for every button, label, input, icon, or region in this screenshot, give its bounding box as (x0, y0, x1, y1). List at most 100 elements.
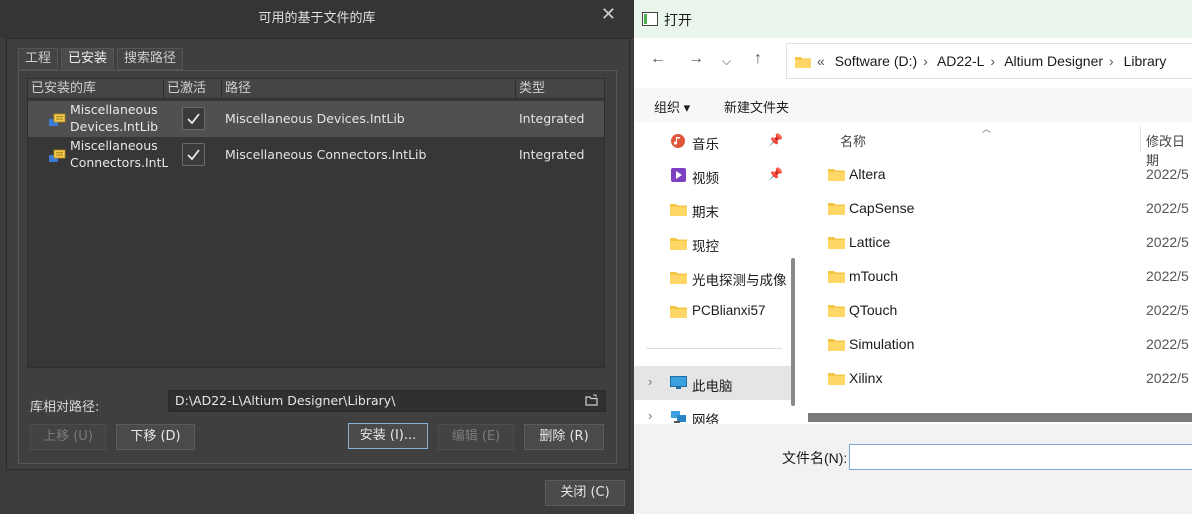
file-name: Xilinx (849, 370, 883, 386)
browse-folder-icon[interactable] (585, 394, 599, 407)
checkmark-icon (187, 149, 200, 161)
breadcrumb-ad22[interactable]: AD22-L (937, 53, 984, 69)
file-date: 2022/5 (1146, 166, 1189, 182)
available-libraries-dialog: 可用的基于文件的库 ✕ 工程 已安装 搜索路径 已安装的库 已激活 路径 类型 (0, 0, 634, 514)
breadcrumb-library[interactable]: Library (1124, 53, 1167, 69)
table-row[interactable]: Miscellaneous Devices.IntLib Miscellaneo… (28, 101, 604, 137)
breadcrumb-altium[interactable]: Altium Designer (1004, 53, 1103, 69)
file-name: mTouch (849, 268, 899, 284)
checkmark-icon (187, 113, 200, 125)
sidebar-item-folder[interactable]: 现控 (634, 226, 794, 260)
library-type: Integrated (519, 147, 585, 162)
folder-icon (670, 306, 687, 318)
file-name: Altera (849, 166, 886, 182)
sidebar-item-folder[interactable]: 光电探测与成像 (634, 260, 794, 294)
column-header-name[interactable]: 名称 (840, 131, 866, 150)
folder-icon (828, 237, 845, 249)
close-icon[interactable]: ✕ (601, 4, 616, 25)
sidebar-item-video[interactable]: 视频 📌 (634, 158, 794, 192)
library-path: Miscellaneous Connectors.IntLib (225, 147, 427, 162)
filename-input[interactable] (849, 444, 1192, 470)
file-date: 2022/5 (1146, 268, 1189, 284)
tab-search-path[interactable]: 搜索路径 (117, 48, 184, 70)
chevron-right-icon[interactable]: › (648, 408, 652, 423)
relative-path-field[interactable]: D:\AD22-L\Altium Designer\Library\ (168, 390, 606, 412)
file-date: 2022/5 (1146, 200, 1189, 216)
up-arrow-icon[interactable]: ↑ (754, 50, 762, 68)
folder-icon (828, 271, 845, 283)
address-bar[interactable]: « Software (D:) › AD22-L › Altium Designer… (786, 43, 1192, 79)
dialog-title: 可用的基于文件的库 (0, 0, 634, 38)
file-list: ︿ 名称 修改日期 Altera 2022/5 CapSense 2022/5 Latt… (808, 122, 1192, 422)
column-header-path[interactable]: 路径 (221, 79, 515, 99)
folder-icon (828, 203, 845, 215)
column-header-type[interactable]: 类型 (515, 79, 606, 99)
relative-path-label: 库相对路径: (30, 400, 100, 415)
installed-libraries-table: 已安装的库 已激活 路径 类型 Miscellaneous Devices.In… (27, 78, 605, 368)
list-item[interactable]: Xilinx 2022/5 (808, 361, 1192, 395)
folder-icon (670, 204, 687, 216)
command-bar: 组织 ▾ 新建文件夹 (634, 88, 1192, 122)
folder-icon (828, 305, 845, 317)
pin-icon: 📌 (768, 167, 783, 181)
pin-icon: 📌 (768, 133, 783, 147)
library-path: Miscellaneous Devices.IntLib (225, 111, 405, 126)
organize-menu[interactable]: 组织 ▾ (654, 97, 690, 116)
recent-locations-chevron-icon[interactable]: ⌵ (722, 54, 731, 69)
list-item[interactable]: Simulation 2022/5 (808, 327, 1192, 361)
breadcrumb-drive[interactable]: Software (D:) (835, 53, 917, 69)
active-checkbox[interactable] (182, 107, 205, 130)
breadcrumb-overflow[interactable]: « (817, 53, 825, 69)
music-icon (671, 134, 685, 148)
edit-button[interactable]: 编辑 (E) (438, 424, 514, 450)
active-checkbox[interactable] (182, 143, 205, 166)
tab-project[interactable]: 工程 (18, 48, 59, 70)
sidebar-item-music[interactable]: 音乐 📌 (634, 124, 794, 158)
library-name: Miscellaneous Devices.IntLib (70, 102, 159, 134)
column-divider[interactable] (1140, 126, 1141, 152)
install-button[interactable]: 安装 (I)... (348, 423, 428, 449)
sidebar-scrollbar[interactable] (791, 258, 795, 406)
integrated-library-icon (49, 113, 66, 126)
tab-bar: 工程 已安装 搜索路径 (18, 48, 184, 70)
sidebar-item-folder[interactable]: 期末 (634, 192, 794, 226)
library-name: Miscellaneous Connectors.IntLil (70, 138, 168, 170)
list-item[interactable]: mTouch 2022/5 (808, 259, 1192, 293)
dialog-title: 打开 (664, 12, 692, 28)
divider (646, 348, 782, 349)
close-button[interactable]: 关闭 (C) (545, 480, 625, 506)
file-date: 2022/5 (1146, 336, 1189, 352)
filename-area: 文件名(N): (634, 424, 1192, 514)
relative-path-value: D:\AD22-L\Altium Designer\Library\ (175, 393, 396, 408)
sidebar-item-this-pc[interactable]: › 此电脑 (634, 366, 794, 400)
sort-ascending-icon: ︿ (982, 124, 992, 134)
horizontal-scrollbar[interactable] (808, 413, 1192, 422)
list-item[interactable]: CapSense 2022/5 (808, 191, 1192, 225)
file-name: QTouch (849, 302, 898, 318)
chevron-right-icon[interactable]: › (648, 374, 652, 389)
new-folder-button[interactable]: 新建文件夹 (724, 97, 789, 116)
back-arrow-icon[interactable]: ← (650, 50, 666, 68)
table-row[interactable]: Miscellaneous Connectors.IntLil Miscella… (28, 137, 604, 173)
pc-icon (670, 376, 687, 389)
list-item[interactable]: QTouch 2022/5 (808, 293, 1192, 327)
column-header-active[interactable]: 已激活 (163, 79, 221, 99)
file-name: Simulation (849, 336, 915, 352)
tab-installed[interactable]: 已安装 (61, 48, 115, 70)
video-icon (671, 168, 686, 182)
remove-button[interactable]: 删除 (R) (524, 424, 604, 450)
filename-label: 文件名(N): (782, 450, 848, 466)
folder-icon (828, 169, 845, 181)
folder-icon (828, 339, 845, 351)
list-item[interactable]: Lattice 2022/5 (808, 225, 1192, 259)
file-date: 2022/5 (1146, 370, 1189, 386)
move-up-button[interactable]: 上移 (U) (30, 424, 106, 450)
move-down-button[interactable]: 下移 (D) (116, 424, 195, 450)
folder-icon (828, 373, 845, 385)
list-item[interactable]: Altera 2022/5 (808, 157, 1192, 191)
network-icon (671, 411, 686, 423)
file-date: 2022/5 (1146, 234, 1189, 250)
forward-arrow-icon[interactable]: → (688, 50, 704, 68)
column-header-library[interactable]: 已安装的库 (28, 79, 163, 99)
sidebar-item-folder[interactable]: PCBlianxi57 (634, 294, 794, 328)
